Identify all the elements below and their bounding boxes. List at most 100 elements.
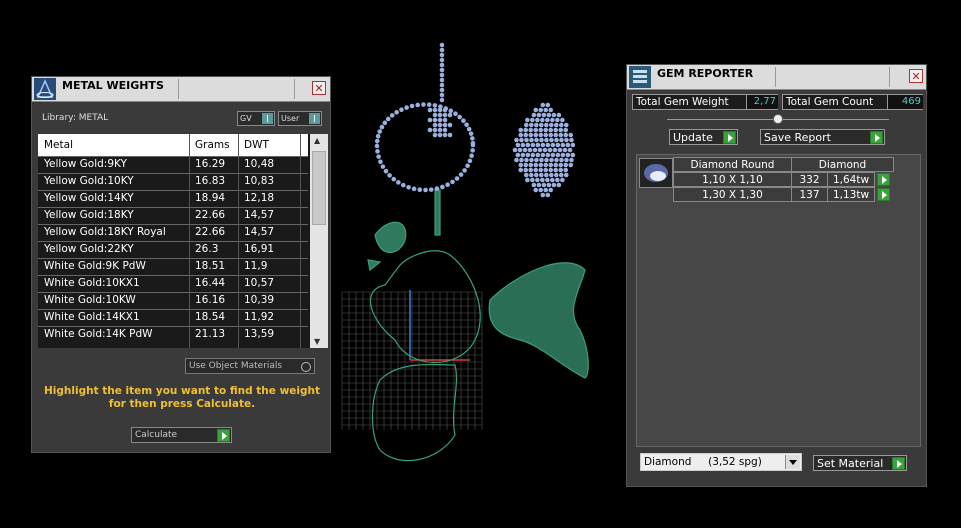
- gem-dot: [530, 152, 536, 158]
- gem-dot: [432, 132, 438, 138]
- column-header-metal[interactable]: Metal: [44, 139, 73, 151]
- gem-dot: [525, 142, 531, 148]
- gem-dot: [555, 142, 561, 148]
- gem-dot: [375, 133, 381, 139]
- total-gem-count-field: Total Gem Count 469: [782, 94, 923, 110]
- zoom-slider-knob[interactable]: [773, 114, 783, 124]
- metal-table-row[interactable]: White Gold:10KW 16.16 10,39: [38, 292, 308, 308]
- metal-weights-close-button[interactable]: ✕: [312, 81, 326, 95]
- gem-dot: [553, 167, 559, 173]
- chevron-down-icon[interactable]: [785, 455, 800, 469]
- metal-table-scrollbar[interactable]: ▲ ▼: [310, 134, 328, 348]
- gem-dot: [540, 192, 546, 198]
- gem-dot: [538, 132, 544, 138]
- column-header-dwt[interactable]: DWT: [244, 139, 269, 151]
- update-button[interactable]: Update: [669, 129, 738, 145]
- play-arrow-icon[interactable]: [877, 188, 890, 201]
- gv-toggle[interactable]: GV: [237, 111, 275, 126]
- gem-dot: [447, 122, 453, 128]
- dwt-cell: 12,18: [244, 192, 275, 204]
- gem-dot: [439, 82, 445, 88]
- metal-table-row[interactable]: White Gold:9K PdW 18.51 11,9: [38, 258, 308, 274]
- gem-dot: [545, 177, 550, 183]
- play-arrow-icon[interactable]: [892, 457, 905, 470]
- grams-cell: 18.54: [195, 311, 226, 323]
- model-viewport[interactable]: [340, 40, 610, 480]
- play-arrow-icon[interactable]: [877, 173, 890, 186]
- gem-dot: [533, 122, 539, 128]
- calculate-button[interactable]: Calculate: [131, 427, 232, 443]
- gem-dot: [554, 157, 559, 163]
- gem-dot: [531, 182, 537, 188]
- gem-dot: [453, 111, 458, 117]
- gem-dot: [517, 147, 523, 153]
- gem-dot: [518, 127, 524, 133]
- gem-dot: [535, 177, 540, 183]
- gem-dot: [524, 157, 529, 163]
- metal-weights-titlebar[interactable]: METAL WEIGHTS ✕: [32, 77, 330, 102]
- gem-dot: [548, 107, 554, 113]
- gem-dot: [551, 182, 557, 188]
- gem-dot: [558, 127, 564, 133]
- library-label: Library: METAL: [42, 113, 109, 123]
- gem-reporter-panel: GEM REPORTER ✕ Total Gem Weight 2,77 Tot…: [626, 64, 927, 487]
- scroll-down-icon[interactable]: ▼: [314, 337, 320, 346]
- gem-dot: [439, 67, 445, 73]
- gem-size[interactable]: 1,30 X 1,30: [673, 187, 792, 202]
- gem-dot: [519, 157, 524, 163]
- set-material-button[interactable]: Set Material: [813, 455, 907, 471]
- metal-table-row[interactable]: Yellow Gold:9KY 16.29 10,48: [38, 156, 308, 172]
- column-header-grams[interactable]: Grams: [195, 139, 230, 151]
- gem-dot: [537, 147, 543, 153]
- metal-weights-title: METAL WEIGHTS: [62, 79, 164, 92]
- gem-reporter-close-button[interactable]: ✕: [909, 69, 923, 83]
- gem-dot: [440, 184, 445, 190]
- gem-dot: [545, 142, 551, 148]
- total-gem-weight-label: Total Gem Weight: [636, 96, 729, 108]
- scroll-up-icon[interactable]: ▲: [314, 136, 320, 145]
- metal-table-row[interactable]: Yellow Gold:22KY 26.3 16,91: [38, 241, 308, 257]
- play-arrow-icon[interactable]: [217, 429, 230, 442]
- gem-dot: [428, 187, 434, 192]
- gem-dot: [523, 172, 529, 178]
- gem-dot: [538, 127, 544, 133]
- gem-size[interactable]: 1,10 X 1,10: [673, 172, 792, 187]
- metal-table-row[interactable]: White Gold:14KX1 18.54 11,92: [38, 309, 308, 325]
- gem-dot: [557, 147, 563, 153]
- metal-table-row[interactable]: Yellow Gold:14KY 18.94 12,18: [38, 190, 308, 206]
- gem-dot: [434, 186, 440, 191]
- play-arrow-icon[interactable]: [723, 131, 736, 144]
- gem-dot: [514, 157, 519, 163]
- gem-dot: [465, 163, 470, 169]
- gem-dot: [563, 132, 569, 138]
- play-arrow-icon[interactable]: [870, 131, 883, 144]
- gem-dot: [462, 168, 467, 173]
- gem-dot: [447, 132, 453, 138]
- radio-icon[interactable]: [301, 362, 311, 372]
- metal-table-row[interactable]: Yellow Gold:18KY Royal 22.66 14,57: [38, 224, 308, 240]
- gem-dot: [432, 117, 438, 123]
- gem-reporter-titlebar[interactable]: GEM REPORTER ✕: [627, 65, 926, 90]
- metal-table-row[interactable]: Yellow Gold:10KY 16.83 10,83: [38, 173, 308, 189]
- gem-dot: [411, 186, 417, 192]
- gem-dot: [552, 147, 558, 153]
- user-toggle[interactable]: User: [278, 111, 322, 126]
- gem-dot: [391, 176, 397, 182]
- metal-table-row[interactable]: Yellow Gold:18KY 22.66 14,57: [38, 207, 308, 223]
- save-report-button[interactable]: Save Report: [760, 129, 885, 145]
- material-select[interactable]: Diamond (3,52 spg): [640, 453, 802, 471]
- gem-dot: [442, 112, 448, 118]
- gem-dot: [540, 102, 546, 108]
- gem-dot: [570, 142, 576, 148]
- gem-dot: [457, 114, 462, 120]
- gem-dot: [380, 164, 386, 169]
- gem-count: 332: [791, 172, 828, 187]
- gem-dot: [553, 172, 559, 178]
- gem-dot: [569, 137, 574, 143]
- gem-dot: [533, 162, 539, 168]
- metal-table-row[interactable]: White Gold:14K PdW 21.13 13,59: [38, 326, 308, 342]
- scrollbar-thumb[interactable]: [312, 151, 326, 225]
- metal-table-row[interactable]: White Gold:10KX1 16.44 10,57: [38, 275, 308, 291]
- gem-dot: [458, 172, 464, 177]
- use-object-materials-option[interactable]: Use Object Materials: [185, 358, 315, 374]
